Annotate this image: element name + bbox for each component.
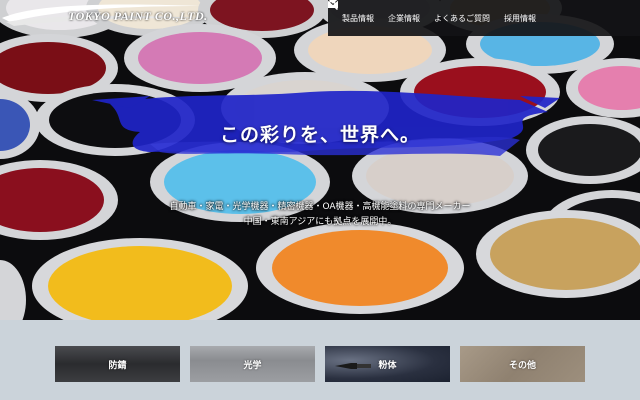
hero-subtext-line2: 中国・東南アジアにも拠点を展開中。	[243, 217, 397, 227]
hero-headline: この彩りを、世界へ。	[219, 124, 420, 146]
category-label: 粉体	[378, 360, 397, 371]
category-label: 光学	[243, 360, 262, 371]
category-optical[interactable]: 光学	[190, 346, 315, 382]
hero-subtext-line1: 自動車・家電・光学機器・精密機器・OA機器・高機能塗料の専門メーカー	[169, 202, 471, 212]
nav-item-company[interactable]: 企業情報	[388, 13, 420, 24]
spray-gun-icon	[335, 363, 371, 369]
nav-item-products[interactable]: 製品情報	[342, 13, 374, 24]
top-navigation: 製品情報 企業情報 よくあるご質問 採用情報	[328, 0, 640, 36]
category-other[interactable]: その他	[460, 346, 585, 382]
nav-item-recruit[interactable]: 採用情報	[504, 13, 536, 24]
paint-cans-image	[0, 0, 640, 320]
nav-item-faq[interactable]: よくあるご質問	[434, 13, 490, 24]
hero-section: TOKYO PAINT CO.,LTD. 製品情報 企業情報 よくあるご質問 採…	[0, 0, 640, 320]
company-logo[interactable]: TOKYO PAINT CO.,LTD.	[68, 9, 208, 24]
category-label: 防錆	[108, 360, 127, 371]
category-label: その他	[508, 360, 536, 371]
category-powder[interactable]: 粉体	[325, 346, 450, 382]
category-rustproof[interactable]: 防錆	[55, 346, 180, 382]
